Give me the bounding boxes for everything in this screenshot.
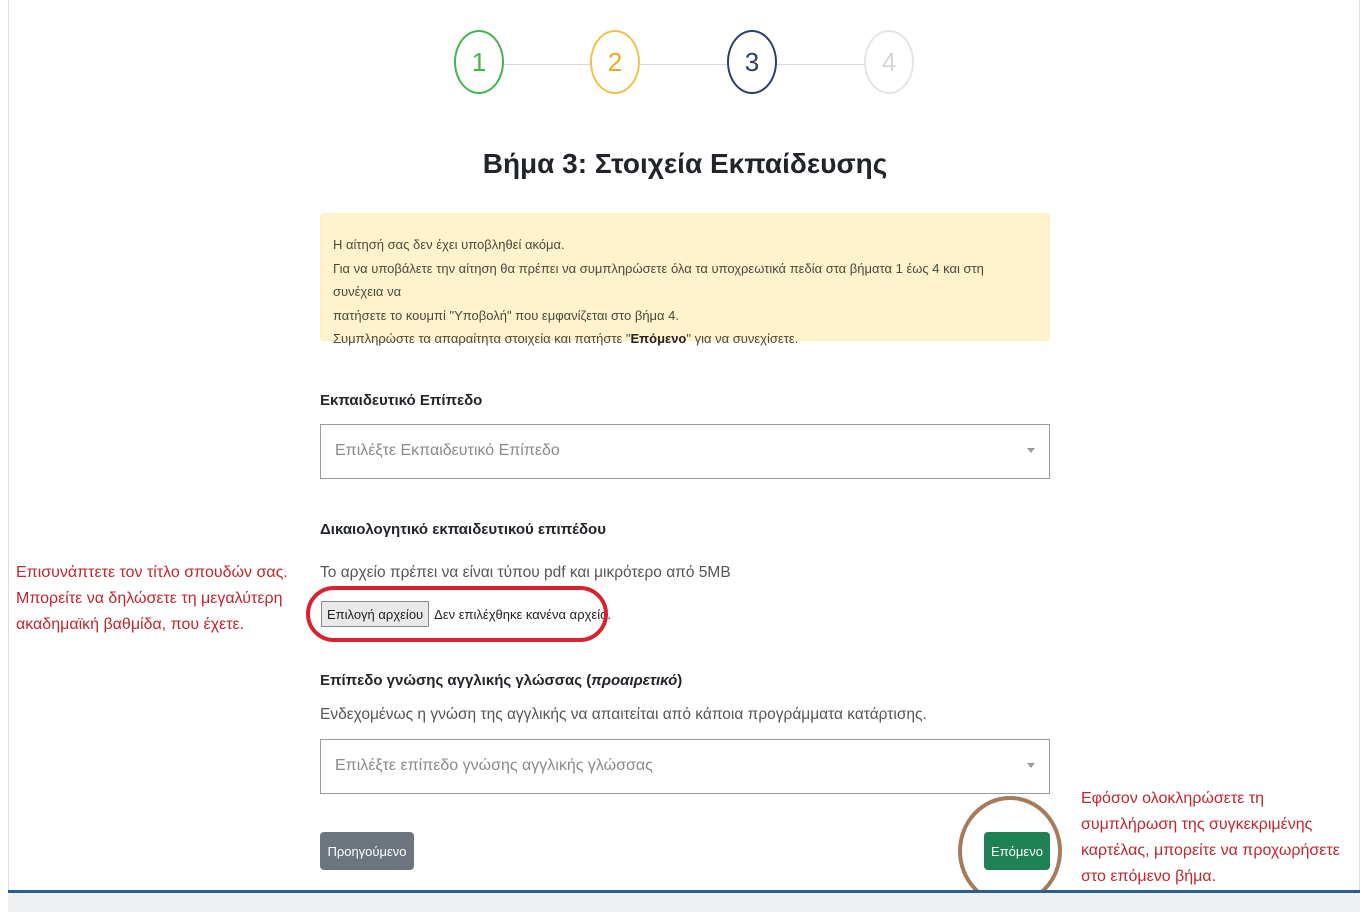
page-title: Βήμα 3: Στοιχεία Εκπαίδευσης — [482, 148, 888, 179]
highlight-oval-red — [306, 586, 608, 642]
annotation-line: συμπλήρωση της συγκεκριμένης — [1081, 816, 1313, 833]
annotation-line: Επισυνάπτετε τον τίτλο σπουδών σας. — [16, 564, 288, 581]
alert-line: Συμπληρώστε τα απαραίτητα στοιχεία και π… — [333, 327, 1037, 351]
chevron-down-icon — [1027, 448, 1035, 453]
education-level-label: Εκπαιδευτικό Επίπεδο — [320, 392, 483, 409]
alert-bold-text: Επόμενο — [630, 331, 687, 346]
alert-line: πατήσετε το κουμπί "Υποβολή" που εμφανίζ… — [333, 307, 680, 323]
education-level-placeholder: Επιλέξτε Εκπαιδευτικό Επίπεδο — [335, 442, 560, 459]
english-label-text: Επίπεδο γνώσης αγγλικής γλώσσας ( — [320, 672, 592, 689]
annotation-line: Μπορείτε να δηλώσετε τη μεγαλύτερη — [16, 590, 283, 607]
english-hint: Ενδεχομένως η γνώση της αγγλικής να απαι… — [320, 706, 927, 723]
english-level-select[interactable]: Επιλέξτε επίπεδο γνώσης αγγλικής γλώσσας — [320, 739, 1050, 794]
annotation-line: καρτέλας, μπορείτε να προχωρήσετε — [1081, 842, 1340, 859]
document-label: Δικαιολογητικό εκπαιδευτικού επιπέδου — [320, 521, 606, 538]
chevron-down-icon — [1027, 763, 1035, 768]
alert-line: Για να υποβάλετε την αίτηση θα πρέπει να… — [333, 260, 984, 300]
step-connector — [504, 64, 590, 65]
step-3-current: 3 — [727, 30, 777, 94]
info-alert: Η αίτησή σας δεν έχει υποβληθεί ακόμα. Γ… — [320, 213, 1050, 346]
english-label-text: ) — [677, 672, 683, 689]
previous-button[interactable]: Προηγούμενο — [320, 832, 414, 870]
alert-text: " για να συνεχίσετε. — [686, 331, 799, 346]
step-2: 2 — [590, 30, 640, 94]
education-level-select[interactable]: Επιλέξτε Εκπαιδευτικό Επίπεδο — [320, 424, 1050, 479]
step-connector — [640, 64, 727, 65]
annotation-line: στο επόμενο βήμα. — [1081, 868, 1217, 885]
step-connector — [777, 64, 864, 65]
annotation-right: Εφόσον ολοκληρώσετε τη συμπλήρωση της συ… — [1081, 786, 1361, 890]
annotation-line: Εφόσον ολοκληρώσετε τη — [1081, 790, 1265, 807]
english-level-label: Επίπεδο γνώσης αγγλικής γλώσσας (προαιρε… — [320, 672, 682, 689]
step-4: 4 — [864, 30, 914, 94]
annotation-left: Επισυνάπτετε τον τίτλο σπουδών σας. Μπορ… — [16, 560, 296, 638]
english-level-placeholder: Επιλέξτε επίπεδο γνώσης αγγλικής γλώσσας — [335, 757, 653, 774]
annotation-line: ακαδημαϊκή βαθμίδα, που έχετε. — [16, 616, 245, 633]
alert-text: Συμπληρώστε τα απαραίτητα στοιχεία και π… — [333, 331, 631, 346]
alert-line: Η αίτησή σας δεν έχει υποβληθεί ακόμα. — [333, 237, 565, 252]
step-1: 1 — [454, 30, 504, 94]
document-hint: Το αρχείο πρέπει να είναι τύπου pdf και … — [320, 564, 731, 581]
progress-stepper: 1 2 3 4 — [452, 30, 918, 100]
optional-tag: προαιρετικό — [591, 672, 678, 689]
